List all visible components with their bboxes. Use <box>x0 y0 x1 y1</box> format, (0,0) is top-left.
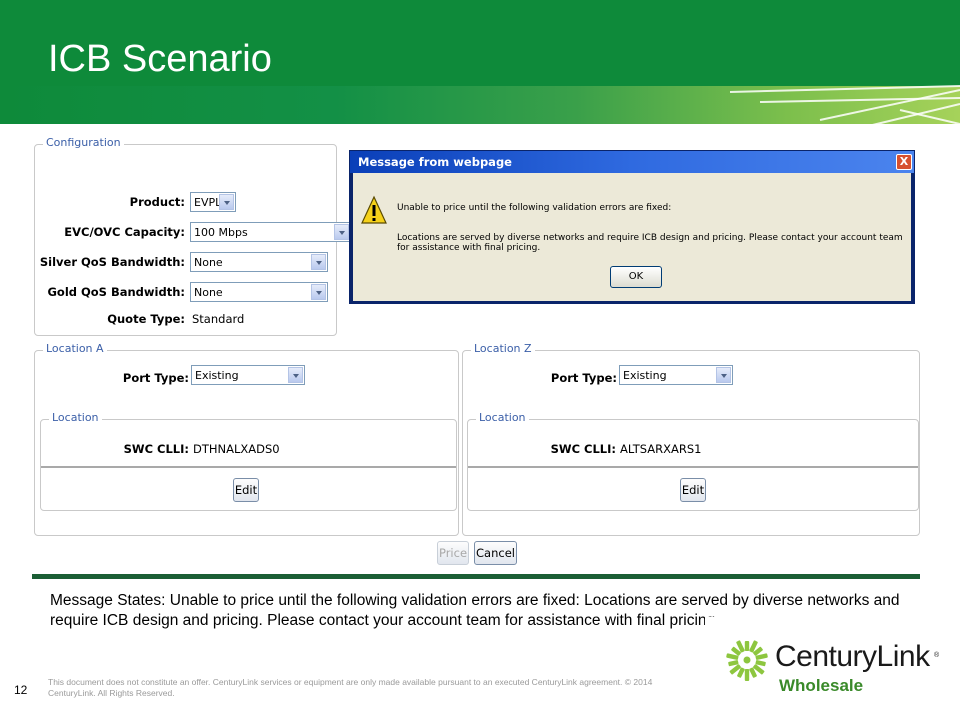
dialog-message-line1: Unable to price until the following vali… <box>397 203 672 213</box>
configuration-legend: Configuration <box>43 136 124 149</box>
location-a-sub-group: Location SWC CLLI: DTHNALXADS0 Edit <box>40 411 457 511</box>
gold-qos-value: None <box>194 286 223 299</box>
page-number: 12 <box>14 683 28 697</box>
location-a-legend: Location A <box>43 342 107 355</box>
ok-button[interactable]: OK <box>610 266 662 288</box>
port-type-a-label: Port Type: <box>122 371 189 385</box>
location-z-group: Location Z Port Type: Existing Location … <box>462 342 920 536</box>
chevron-down-icon[interactable] <box>716 367 731 383</box>
swc-clli-z-label: SWC CLLI: <box>550 442 616 456</box>
port-type-z-select[interactable]: Existing <box>619 365 733 385</box>
location-a-group: Location A Port Type: Existing Location … <box>34 342 459 536</box>
chevron-down-icon[interactable] <box>219 194 234 210</box>
gold-qos-label: Gold QoS Bandwidth: <box>47 285 185 299</box>
location-a-sub-legend: Location <box>49 411 102 424</box>
quote-type-label: Quote Type: <box>107 312 185 326</box>
logo-ray <box>744 669 750 681</box>
dialog-body: Unable to price until the following vali… <box>353 173 911 301</box>
centurylink-logo-icon <box>726 640 768 681</box>
chevron-down-icon[interactable] <box>288 367 303 383</box>
silver-qos-select[interactable]: None <box>190 252 328 272</box>
location-z-legend: Location Z <box>471 342 535 355</box>
capacity-label: EVC/OVC Capacity: <box>64 225 185 239</box>
silver-qos-value: None <box>194 256 223 269</box>
slide-title: ICB Scenario <box>48 38 272 80</box>
close-icon[interactable]: X <box>896 154 912 170</box>
product-label: Product: <box>129 195 185 209</box>
location-z-sub-legend: Location <box>476 411 529 424</box>
logo-wholesale: Wholesale <box>779 676 864 695</box>
product-select[interactable]: EVPL <box>190 192 236 212</box>
capacity-select[interactable]: 100 Mbps <box>190 222 351 242</box>
dialog-message-line2: Locations are served by diverse networks… <box>397 233 903 253</box>
silver-qos-label: Silver QoS Bandwidth: <box>39 255 185 269</box>
chevron-down-icon[interactable] <box>311 254 326 270</box>
logo-brand: CenturyLink <box>775 640 930 673</box>
logo-registered-mark: ® <box>934 652 940 659</box>
message-dialog: Message from webpage X Unable to price u… <box>349 150 915 304</box>
port-type-z-value: Existing <box>623 369 667 382</box>
price-button[interactable]: Price <box>437 541 469 565</box>
port-type-a-select[interactable]: Existing <box>191 365 305 385</box>
swc-clli-a-label: SWC CLLI: <box>123 442 189 456</box>
dialog-title-bar: Message from webpage X <box>350 151 914 173</box>
edit-location-z-button[interactable]: Edit <box>680 478 706 502</box>
warning-icon <box>361 195 387 224</box>
cancel-button[interactable]: Cancel <box>474 541 517 565</box>
port-type-a-value: Existing <box>195 369 239 382</box>
product-value: EVPL <box>194 196 222 209</box>
logo-ray <box>744 641 750 651</box>
chevron-down-icon[interactable] <box>334 224 349 240</box>
location-a-separator <box>41 466 456 468</box>
content-divider <box>32 574 920 579</box>
chevron-down-icon[interactable] <box>311 284 326 300</box>
edit-location-a-button[interactable]: Edit <box>233 478 259 502</box>
legal-disclaimer: This document does not constitute an off… <box>48 677 653 698</box>
swc-clli-z-value: ALTSARXARS1 <box>620 442 702 456</box>
location-z-separator <box>468 466 918 468</box>
dialog-title: Message from webpage <box>358 155 512 169</box>
configuration-group: Configuration Product: EVPL EVC/OVC Capa… <box>34 136 351 336</box>
quote-type-value: Standard <box>192 312 245 326</box>
location-z-sub-group: Location SWC CLLI: ALTSARXARS1 Edit <box>467 411 919 511</box>
swc-clli-a-value: DTHNALXADS0 <box>193 442 280 456</box>
gold-qos-select[interactable]: None <box>190 282 328 302</box>
header-decorative-lines <box>729 85 960 129</box>
capacity-value: 100 Mbps <box>194 226 248 239</box>
port-type-z-label: Port Type: <box>550 371 617 385</box>
